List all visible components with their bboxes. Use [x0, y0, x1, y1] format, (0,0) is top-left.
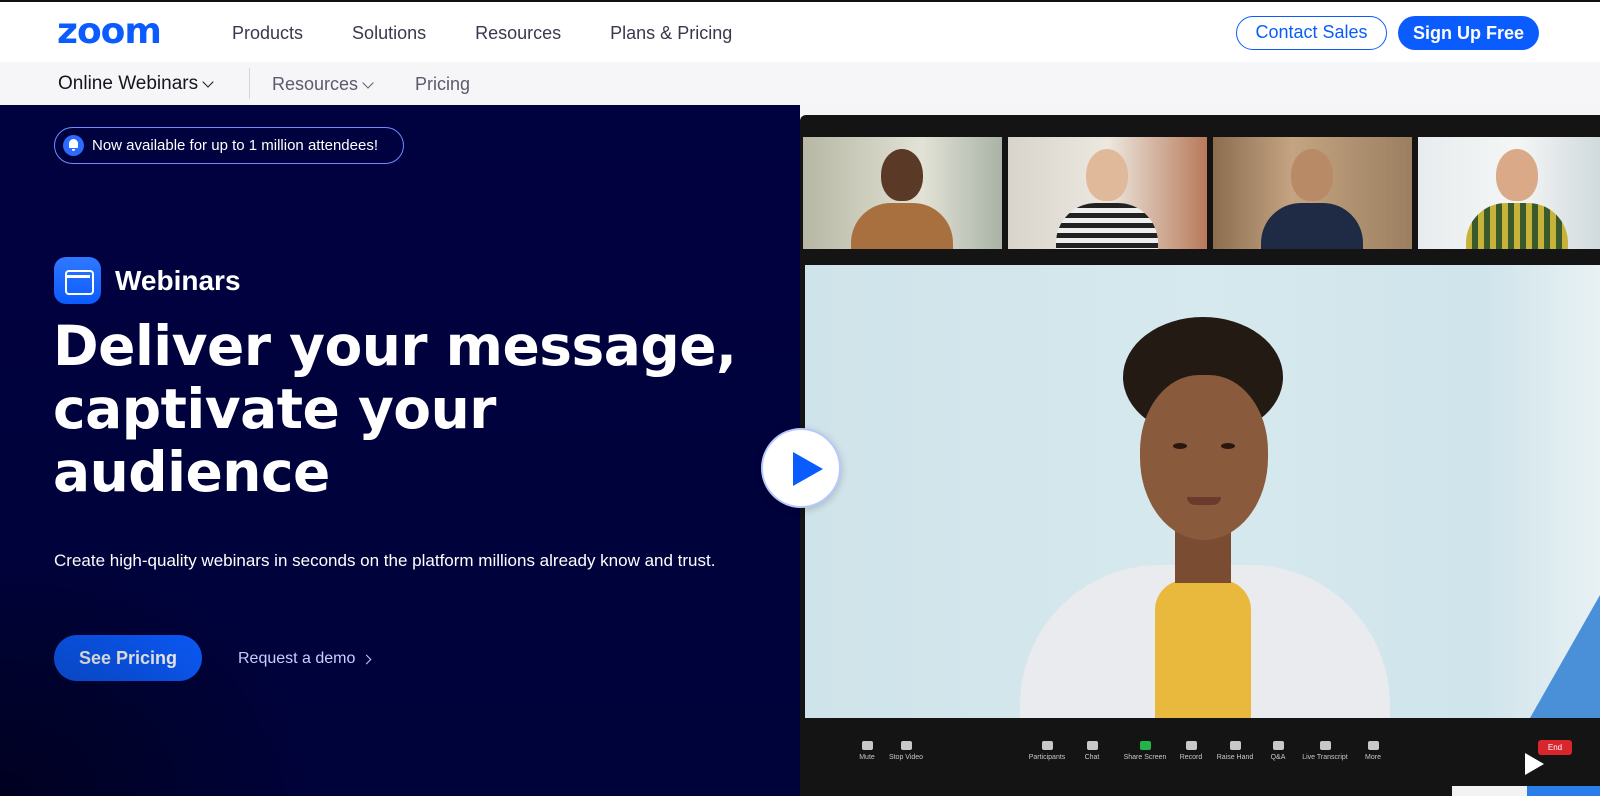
speaker-shirt [1155, 580, 1251, 718]
headline-line-1: Deliver your message, [53, 314, 737, 378]
subnav-resources-label: Resources [272, 74, 359, 94]
see-pricing-button[interactable]: See Pricing [54, 635, 202, 681]
nav-solutions[interactable]: Solutions [352, 22, 426, 44]
nav-resources[interactable]: Resources [475, 22, 561, 44]
announcement-text: Now available for up to 1 million attend… [92, 137, 378, 154]
chat-button[interactable]: Chat [1067, 741, 1117, 762]
video-frame[interactable]: Mute Stop Video Participants Chat Share … [800, 115, 1600, 796]
speaker-mouth [1187, 497, 1221, 505]
participant-thumbnails [803, 137, 1600, 249]
participant-face [1291, 149, 1333, 201]
participant-thumbnail [1213, 137, 1412, 249]
participants-button[interactable]: Participants [1022, 741, 1072, 762]
bell-icon [63, 135, 84, 156]
webinar-icon [54, 257, 101, 304]
subnav-product-dropdown[interactable]: Online Webinars [58, 73, 214, 95]
chat-icon [1086, 741, 1098, 750]
participant-body [1466, 203, 1568, 249]
more-icon [1367, 741, 1379, 750]
request-demo-label: Request a demo [238, 650, 356, 667]
nav-products[interactable]: Products [232, 22, 303, 44]
share-screen-button[interactable]: Share Screen [1120, 741, 1170, 762]
chevron-down-icon [202, 76, 214, 88]
share-screen-icon [1139, 741, 1151, 750]
participant-face [1086, 149, 1128, 201]
hand-icon [1229, 741, 1241, 750]
subnav-resources-dropdown[interactable]: Resources [272, 74, 374, 95]
play-icon[interactable] [1520, 751, 1546, 777]
video-preview: Mute Stop Video Participants Chat Share … [800, 105, 1600, 796]
participant-body [1261, 203, 1363, 249]
contact-sales-button[interactable]: Contact Sales [1236, 16, 1387, 50]
subnav-pricing-label: Pricing [415, 74, 471, 94]
participant-thumbnail [1008, 137, 1207, 249]
speaker-eye [1173, 443, 1187, 449]
record-button[interactable]: Record [1166, 741, 1216, 762]
speaker-video [805, 265, 1600, 718]
participant-face [1496, 149, 1538, 201]
participant-body [851, 203, 953, 249]
zoom-logo[interactable]: zoom [57, 14, 162, 50]
headline-line-3: audience [53, 440, 330, 504]
camera-icon [900, 741, 912, 750]
qa-icon [1272, 741, 1284, 750]
sign-up-free-button[interactable]: Sign Up Free [1398, 16, 1539, 50]
participant-body [1056, 203, 1158, 249]
subnav-pricing-link[interactable]: Pricing [415, 74, 470, 95]
play-icon[interactable] [761, 428, 841, 508]
product-label: Webinars [54, 257, 241, 304]
chevron-down-icon [362, 76, 374, 89]
hero-section: Now available for up to 1 million attend… [0, 105, 800, 796]
product-name: Webinars [115, 264, 241, 296]
transcript-icon [1319, 741, 1331, 750]
hero-headline: Deliver your message, captivate your aud… [53, 315, 753, 504]
subnav-product-label: Online Webinars [58, 73, 199, 94]
meeting-toolbar: Mute Stop Video Participants Chat Share … [800, 730, 1600, 790]
nav-plans-pricing[interactable]: Plans & Pricing [610, 22, 732, 44]
primary-nav: Products Solutions Resources Plans & Pri… [232, 22, 781, 44]
participants-icon [1041, 741, 1053, 750]
hero-subtext: Create high-quality webinars in seconds … [54, 551, 716, 570]
participant-thumbnail [1418, 137, 1600, 249]
participant-face [881, 149, 923, 201]
qa-button[interactable]: Q&A [1253, 741, 1303, 762]
subnav-divider [249, 68, 250, 99]
chevron-right-icon [361, 654, 372, 664]
speaker-eye [1221, 443, 1235, 449]
announcement-badge[interactable]: Now available for up to 1 million attend… [54, 127, 404, 164]
request-demo-link[interactable]: Request a demo [238, 650, 372, 668]
record-icon [1185, 741, 1197, 750]
sub-nav: Online Webinars Resources Pricing [0, 62, 1600, 105]
corner-widget [1452, 786, 1600, 796]
top-nav: zoom Products Solutions Resources Plans … [0, 0, 1600, 62]
participant-thumbnail [803, 137, 1002, 249]
speaker-face [1140, 375, 1268, 540]
microphone-icon [861, 741, 873, 750]
live-transcript-button[interactable]: Live Transcript [1300, 741, 1350, 762]
headline-line-2: captivate your [53, 377, 496, 441]
background-shape [1530, 595, 1600, 718]
more-button[interactable]: More [1348, 741, 1398, 762]
stop-video-button[interactable]: Stop Video [881, 741, 931, 762]
